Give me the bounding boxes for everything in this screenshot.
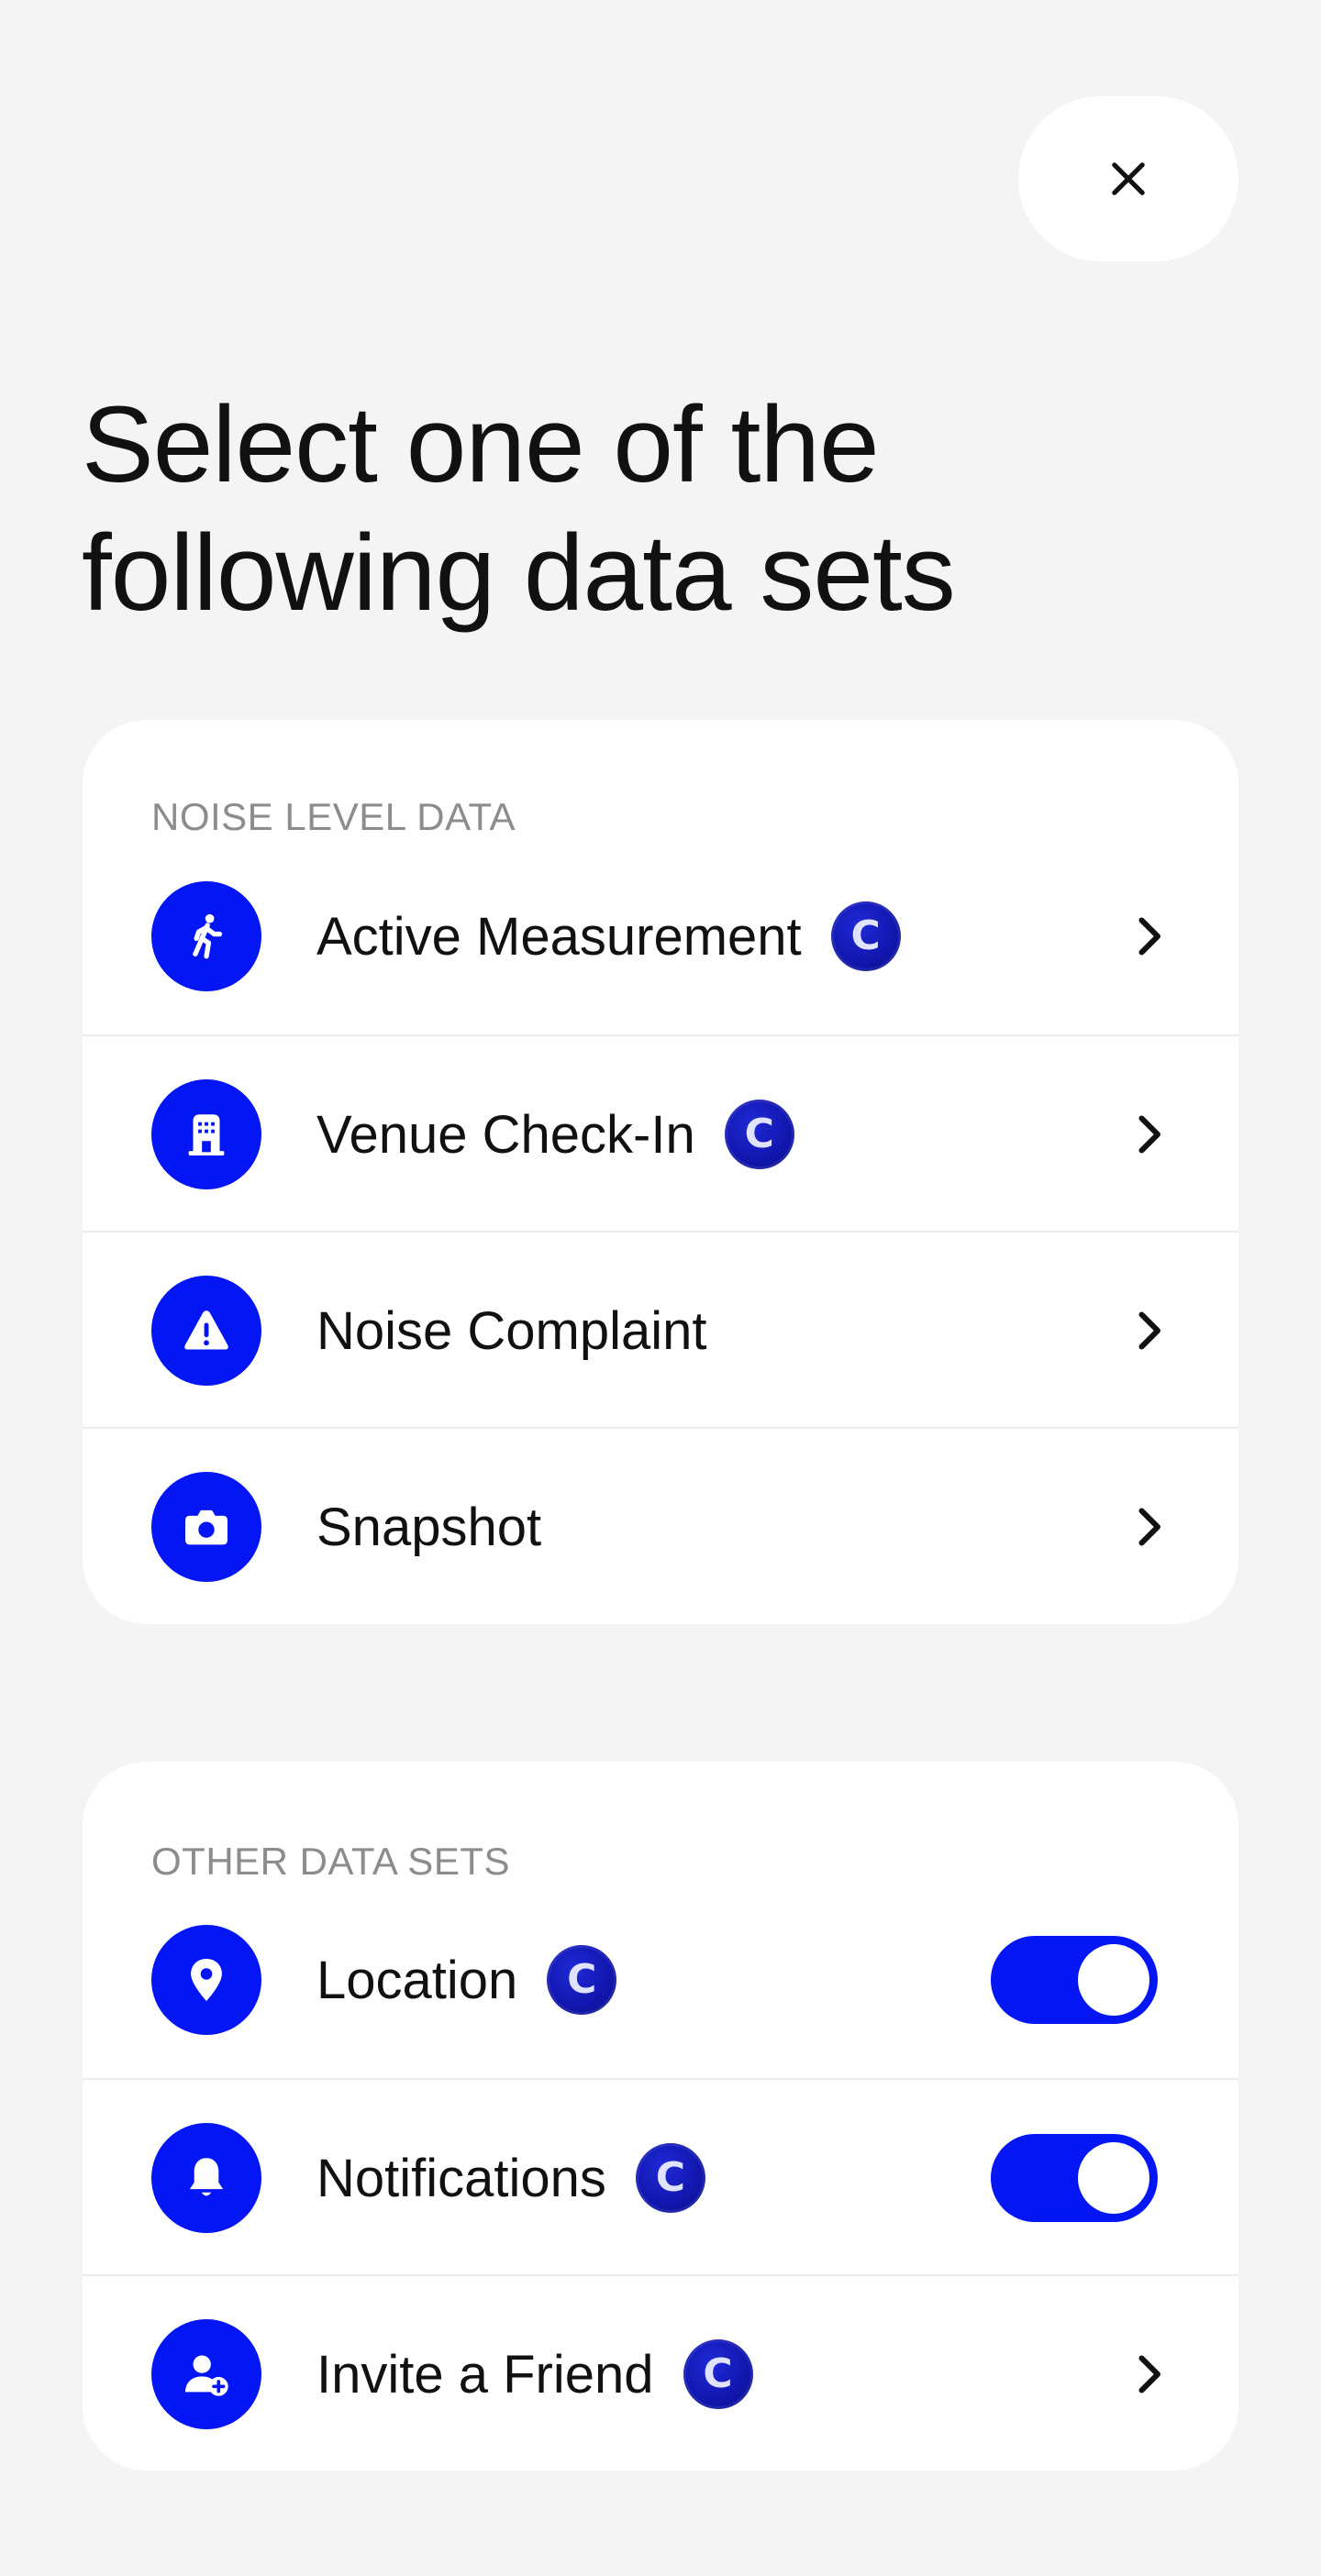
row-label-invite-a-friend: Invite a Friend xyxy=(316,2344,654,2405)
row-venue-check-in[interactable]: Venue Check-In C xyxy=(83,1034,1238,1233)
row-label-venue-check-in: Venue Check-In xyxy=(316,1104,695,1165)
row-label-notifications: Notifications xyxy=(316,2148,606,2208)
coin-badge-icon: C xyxy=(635,2143,705,2213)
row-label-snapshot: Snapshot xyxy=(316,1497,542,1557)
toggle-knob xyxy=(1078,1944,1149,2016)
chevron-right-icon xyxy=(1121,1499,1176,1554)
row-noise-complaint[interactable]: Noise Complaint xyxy=(83,1231,1238,1429)
coin-badge-letter: C xyxy=(850,912,881,959)
coin-badge-letter: C xyxy=(703,2350,733,2397)
coin-badge-icon: C xyxy=(683,2339,753,2409)
row-label-active-measurement: Active Measurement xyxy=(316,906,802,967)
location-pin-icon xyxy=(151,1925,261,2035)
page-title-line-1: Select one of the xyxy=(82,384,880,505)
coin-badge-letter: C xyxy=(744,1111,774,1157)
section-label-noise-level-data: NOISE LEVEL DATA xyxy=(151,795,516,838)
row-label-noise-complaint: Noise Complaint xyxy=(316,1300,707,1361)
coin-badge-icon: C xyxy=(724,1100,794,1169)
bell-icon xyxy=(151,2123,261,2233)
coin-badge-letter: C xyxy=(567,1956,597,2003)
chevron-right-icon xyxy=(1121,1303,1176,1358)
other-data-sets-card: OTHER DATA SETS Location C Notifications… xyxy=(83,1762,1238,2471)
row-invite-a-friend[interactable]: Invite a Friend C xyxy=(83,2274,1238,2471)
row-snapshot[interactable]: Snapshot xyxy=(83,1427,1238,1624)
chevron-right-icon xyxy=(1121,909,1176,964)
noise-level-data-card: NOISE LEVEL DATA Active Measurement C Ve… xyxy=(83,720,1238,1624)
page-title-line-2: following data sets xyxy=(82,513,956,634)
row-location[interactable]: Location C xyxy=(83,1882,1238,2078)
camera-icon xyxy=(151,1472,261,1582)
section-label-other-data-sets: OTHER DATA SETS xyxy=(151,1840,510,1883)
chevron-right-icon xyxy=(1121,2347,1176,2402)
close-icon xyxy=(1112,162,1145,195)
coin-badge-letter: C xyxy=(655,2154,686,2201)
toggle-knob xyxy=(1078,2142,1149,2214)
page-title: Select one of the following data sets xyxy=(82,381,1238,637)
location-toggle[interactable] xyxy=(991,1936,1158,2024)
warning-triangle-icon xyxy=(151,1276,261,1386)
building-icon xyxy=(151,1079,261,1189)
close-button[interactable] xyxy=(1018,96,1238,261)
walking-person-icon xyxy=(151,881,261,991)
chevron-right-icon xyxy=(1121,1107,1176,1162)
row-label-location: Location xyxy=(316,1950,518,2010)
row-active-measurement[interactable]: Active Measurement C xyxy=(83,838,1238,1034)
add-user-icon xyxy=(151,2319,261,2429)
notifications-toggle[interactable] xyxy=(991,2134,1158,2222)
coin-badge-icon: C xyxy=(830,901,901,971)
row-notifications[interactable]: Notifications C xyxy=(83,2078,1238,2276)
coin-badge-icon: C xyxy=(547,1945,617,2015)
